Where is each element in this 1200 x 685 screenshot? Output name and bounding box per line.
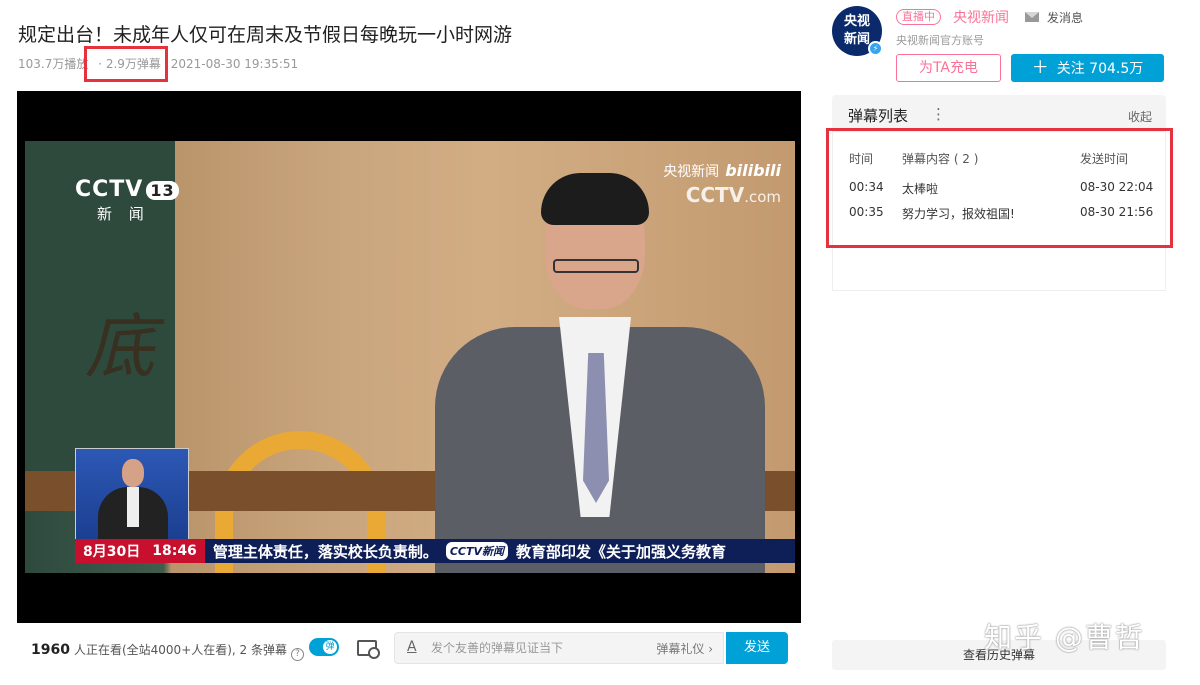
video-title: 规定出台！未成年人仅可在周末及节假日每晚玩一小时网游 bbox=[18, 24, 513, 46]
danmaku-input-container: A 弹幕礼仪 › bbox=[394, 632, 724, 664]
follow-button[interactable]: ＋ 关注 704.5万 bbox=[1011, 54, 1164, 82]
follow-label: 关注 704.5万 bbox=[1056, 61, 1144, 77]
plus-icon: ＋ bbox=[1031, 58, 1049, 78]
video-frame: 底 CCTV 13 新 闻 央视新闻 bilibili CCTV.com 8月30日 bbox=[25, 141, 795, 573]
collapse-button[interactable]: 收起 bbox=[1128, 108, 1152, 125]
ticker-text-2: 教育部印发《关于加强义务教育 bbox=[516, 542, 727, 561]
sign-language-inset bbox=[75, 448, 189, 544]
danmaku-toggle[interactable]: 弹 bbox=[309, 638, 339, 656]
ticker-text-1: 管理主体责任，落实校长负责制。 bbox=[212, 542, 438, 561]
channel-number: 13 bbox=[146, 181, 179, 200]
danmaku-etiquette-link[interactable]: 弹幕礼仪 › bbox=[656, 640, 713, 657]
signer-shirt bbox=[127, 487, 139, 527]
font-style-icon[interactable]: A bbox=[407, 639, 417, 655]
cctv13-logo: CCTV 13 bbox=[75, 177, 179, 202]
uploader-description: 央视新闻官方账号 bbox=[896, 34, 984, 47]
viewer-text: 人正在看(全站4000+人在看), 2 条弹幕 bbox=[73, 643, 288, 657]
zhihu-watermark: 知乎 @曹哲 bbox=[984, 621, 1145, 654]
more-icon[interactable]: ⋮ bbox=[931, 105, 946, 123]
news-ticker: 8月30日 18:46 管理主体责任，落实校长负责制。 CCTV新闻 教育部印发… bbox=[75, 539, 795, 563]
send-danmaku-button[interactable]: 发送 bbox=[726, 632, 788, 664]
news-anchor bbox=[415, 173, 775, 573]
player-bottom-bar: 1960人正在看(全站4000+人在看), 2 条弹幕? 弹 A 弹幕礼仪 › … bbox=[17, 626, 801, 670]
highlight-box-danmaku-count bbox=[84, 46, 168, 82]
send-message-link[interactable]: 发消息 bbox=[1047, 9, 1083, 26]
view-count: 103.7万播放 bbox=[18, 57, 89, 71]
anchor-glasses bbox=[553, 259, 639, 273]
uploader-avatar[interactable]: 央视 新闻 ⚡ bbox=[832, 6, 883, 56]
signer-head bbox=[122, 459, 144, 487]
danmaku-settings-icon[interactable] bbox=[357, 640, 380, 659]
ticker-datetime: 8月30日 18:46 bbox=[75, 539, 205, 563]
channel-subtitle: 新 闻 bbox=[97, 205, 150, 223]
charge-button[interactable]: 为TA充电 bbox=[896, 54, 1001, 82]
ticker-logo: CCTV新闻 bbox=[445, 542, 508, 560]
danmaku-toggle-knob: 弹 bbox=[323, 640, 337, 654]
highlight-box-danmaku-list bbox=[826, 128, 1173, 248]
avatar-line-1: 央视 bbox=[843, 14, 870, 29]
mail-icon[interactable] bbox=[1025, 12, 1039, 22]
uploader-name[interactable]: 央视新闻 bbox=[953, 7, 1009, 27]
ticker-time: 18:46 bbox=[152, 543, 197, 559]
viewer-info: 1960 人正在看(全站4000+人在看), 2 条弹幕? bbox=[31, 641, 305, 661]
publish-time: 2021-08-30 19:35:51 bbox=[170, 57, 299, 71]
video-player[interactable]: 底 CCTV 13 新 闻 央视新闻 bilibili CCTV.com 8月30日 bbox=[17, 91, 801, 623]
background-character: 底 bbox=[85, 306, 155, 388]
verified-icon: ⚡ bbox=[868, 41, 883, 56]
cctv-logo-text: CCTV bbox=[75, 177, 144, 202]
viewer-count: 1960 bbox=[31, 642, 70, 658]
danmaku-list-title: 弹幕列表 bbox=[848, 107, 909, 125]
danmaku-input[interactable] bbox=[431, 637, 631, 659]
help-icon[interactable]: ? bbox=[291, 648, 305, 661]
anchor-hair bbox=[541, 173, 649, 225]
live-badge[interactable]: 直播中 bbox=[896, 9, 941, 25]
ticker-date: 8月30日 bbox=[83, 544, 141, 560]
